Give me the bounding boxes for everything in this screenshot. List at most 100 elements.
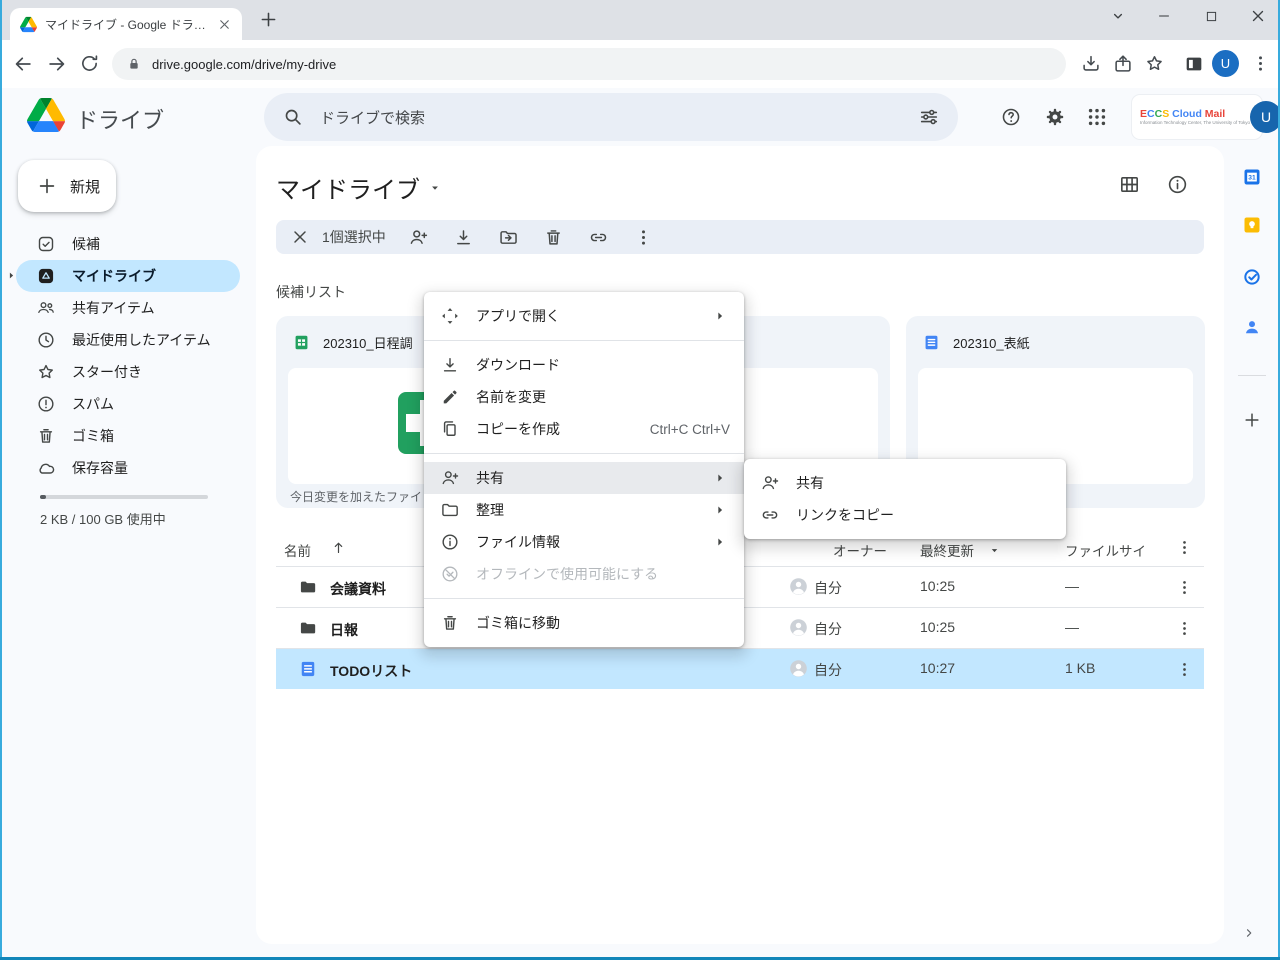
trash-icon[interactable] [543,227,564,248]
menu-item-share[interactable]: 共有 [424,462,744,494]
new-tab-button[interactable] [258,9,279,30]
move-folder-icon[interactable] [498,227,519,248]
clear-selection-icon[interactable] [290,227,310,247]
drive-favicon-icon [20,16,37,33]
menu-item-label: ファイル情報 [476,532,694,552]
tab-close-icon[interactable] [217,17,232,32]
cloud-icon [36,458,56,478]
my-drive-expander-icon[interactable] [5,269,18,282]
grid-view-toggle[interactable] [1118,173,1141,196]
column-name[interactable]: 名前 [284,540,311,560]
offline-icon [440,564,460,584]
menu-item-label: リンクをコピー [796,505,1052,525]
folder-icon [298,618,318,638]
submenu-arrow-icon [710,307,730,325]
folder-icon [298,577,318,597]
owner-avatar [788,617,809,638]
menu-item-label: コピーを作成 [476,419,634,439]
menu-item-file-info[interactable]: ファイル情報 [424,526,744,558]
link-icon[interactable] [588,227,609,248]
browser-tab[interactable]: マイドライブ - Google ドライブ [10,8,242,40]
sort-desc-icon[interactable] [988,544,1001,557]
sidebar-item-storage[interactable]: 保存容量 [16,452,240,484]
title-caret-down-icon [428,181,442,195]
calendar-icon[interactable] [1242,167,1262,187]
reload-button[interactable] [79,53,100,74]
menu-item-label: ダウンロード [476,355,730,375]
tab-search-chevron-icon[interactable] [1102,4,1134,28]
menu-item-rename[interactable]: 名前を変更 [424,381,744,413]
sidebar-item-shared[interactable]: 共有アイテム [16,292,240,324]
submenu-item-share[interactable]: 共有 [744,467,1066,499]
storage-usage-text: 2 KB / 100 GB 使用中 [40,509,166,528]
contacts-icon[interactable] [1242,317,1262,337]
forward-button[interactable] [46,53,68,75]
download-page-button[interactable] [1080,53,1102,75]
settings-gear-button[interactable] [1044,106,1066,128]
menu-item-make-copy[interactable]: コピーを作成 Ctrl+C Ctrl+V [424,413,744,445]
file-modified: 10:25 [920,578,955,594]
sidebar-item-recent[interactable]: 最近使用したアイテム [16,324,240,356]
sort-asc-icon[interactable] [330,539,347,556]
column-size[interactable]: ファイルサイ [1065,540,1146,560]
browser-profile-avatar[interactable]: U [1212,50,1239,77]
browser-menu-button[interactable] [1250,53,1271,74]
menu-shortcut: Ctrl+C Ctrl+V [650,422,730,437]
new-button[interactable]: 新規 [18,160,116,212]
menu-item-download[interactable]: ダウンロード [424,349,744,381]
sidebar-item-label: マイドライブ [72,266,156,286]
details-info-button[interactable] [1166,173,1189,196]
sidebar-item-trash[interactable]: ゴミ箱 [16,420,240,452]
sidebar-item-suggested[interactable]: 候補 [16,228,240,260]
keep-icon[interactable] [1242,215,1262,235]
file-row-selected[interactable]: TODOリスト 自分 10:27 1 KB [276,649,1204,689]
column-options-icon[interactable] [1175,538,1194,557]
share-person-add-icon[interactable] [408,227,429,248]
back-button[interactable] [12,53,34,75]
file-size: — [1065,578,1079,594]
menu-item-open-with[interactable]: アプリで開く [424,300,744,332]
side-panel-button[interactable] [1183,53,1205,75]
sidebar-item-label: 共有アイテム [72,298,155,318]
window-minimize-button[interactable] [1148,4,1180,28]
window-close-button[interactable] [1242,4,1274,28]
sidebar-item-starred[interactable]: スター付き [16,356,240,388]
tab-strip: マイドライブ - Google ドライブ [0,0,1280,40]
window-maximize-button[interactable] [1195,4,1227,28]
drive-logo-icon [27,98,65,132]
row-options-icon[interactable] [1175,619,1194,638]
app-name: ドライブ [76,103,164,135]
get-add-ons-icon[interactable] [1242,410,1262,430]
search-options-icon[interactable] [918,106,940,128]
tasks-icon[interactable] [1242,267,1262,287]
docs-file-icon [298,659,318,679]
search-bar[interactable]: ドライブで検索 [264,93,958,141]
sidebar-item-label: スター付き [72,362,142,382]
row-options-icon[interactable] [1175,578,1194,597]
url-text: drive.google.com/drive/my-drive [152,57,336,72]
page-title[interactable]: マイドライブ [276,170,442,205]
sidebar-item-spam[interactable]: スパム [16,388,240,420]
menu-item-move-to-trash[interactable]: ゴミ箱に移動 [424,607,744,639]
column-modified[interactable]: 最終更新 [920,540,974,560]
menu-item-organize[interactable]: 整理 [424,494,744,526]
sidebar-item-my-drive[interactable]: マイドライブ [16,260,240,292]
help-button[interactable] [1000,106,1022,128]
alert-icon [36,394,56,414]
menu-item-label: ゴミ箱に移動 [476,613,730,633]
trash-icon [36,426,56,446]
submenu-item-copy-link[interactable]: リンクをコピー [744,499,1066,531]
google-apps-button[interactable] [1086,106,1108,128]
address-bar[interactable]: drive.google.com/drive/my-drive [112,48,1066,80]
download-icon[interactable] [453,227,474,248]
owner-avatar [788,658,809,679]
column-owner[interactable]: オーナー [833,540,887,560]
share-page-button[interactable] [1112,53,1134,75]
show-side-panel-icon[interactable] [1242,926,1256,940]
browser-window: マイドライブ - Google ドライブ drive.google.com/dr… [0,0,1280,960]
sidebar-item-label: ゴミ箱 [72,426,114,446]
bookmark-star-icon[interactable] [1144,53,1165,74]
menu-divider [424,598,744,599]
more-vert-icon[interactable] [633,227,654,248]
row-options-icon[interactable] [1175,660,1194,679]
